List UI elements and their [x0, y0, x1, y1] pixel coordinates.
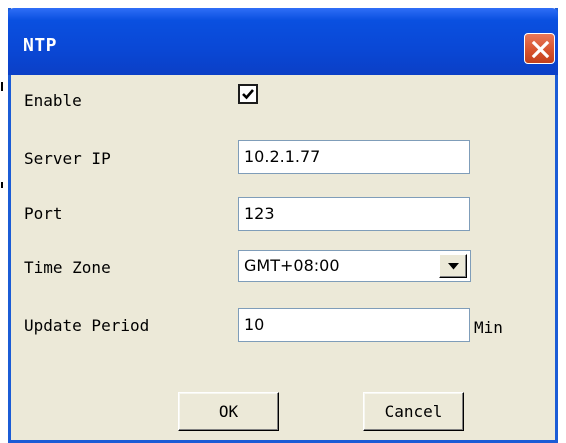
server-ip-input[interactable]: 10.2.1.77	[238, 140, 470, 174]
time-zone-select[interactable]: GMT+08:00	[238, 250, 471, 282]
edge-mark	[1, 182, 3, 188]
port-label: Port	[24, 204, 63, 223]
time-zone-value: GMT+08:00	[244, 256, 340, 275]
server-ip-label: Server IP	[24, 149, 111, 168]
close-button[interactable]	[524, 33, 555, 64]
chevron-down-icon	[448, 263, 459, 270]
close-icon	[531, 40, 550, 59]
enable-checkbox[interactable]	[238, 84, 258, 104]
enable-label: Enable	[24, 91, 82, 110]
title-bar[interactable]: NTP	[8, 8, 558, 75]
update-period-unit: Min	[474, 318, 503, 337]
port-input[interactable]: 123	[238, 197, 470, 231]
dropdown-button[interactable]	[439, 254, 467, 278]
dialog-title: NTP	[23, 35, 58, 56]
cancel-button[interactable]: Cancel	[363, 392, 464, 431]
update-period-label: Update Period	[24, 316, 150, 335]
ok-button[interactable]: OK	[178, 392, 279, 431]
time-zone-label: Time Zone	[24, 258, 111, 277]
edge-mark	[1, 82, 3, 91]
checkmark-icon	[242, 89, 254, 100]
ntp-dialog: NTP Enable Server IP 10.2.1.77 Port 123 …	[8, 8, 558, 443]
update-period-input[interactable]: 10	[238, 308, 470, 342]
